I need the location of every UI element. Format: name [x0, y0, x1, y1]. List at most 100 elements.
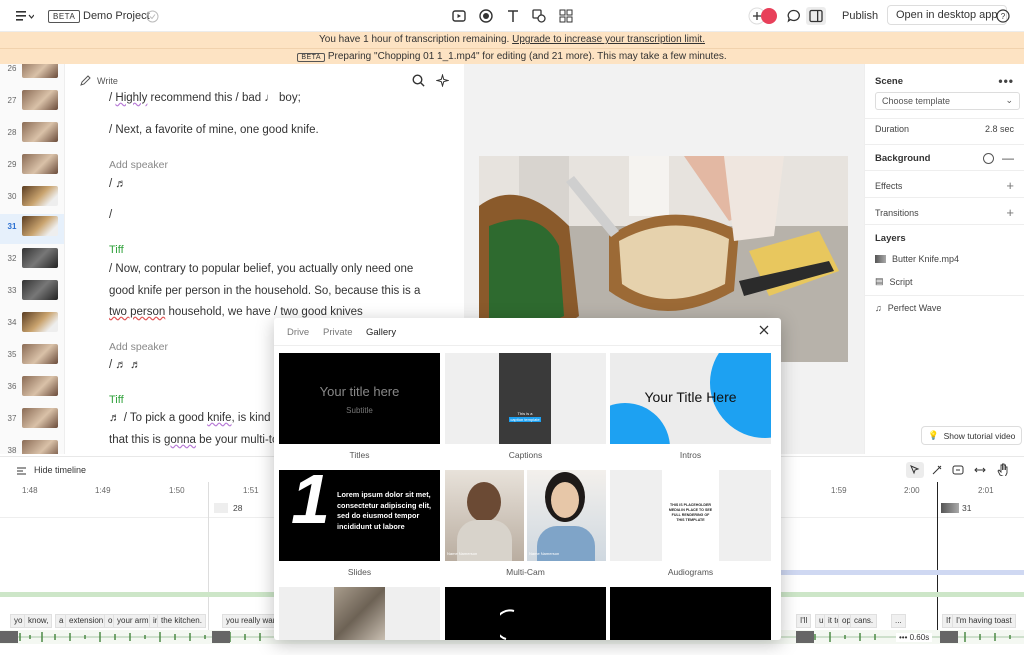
- template-card-slides[interactable]: 1 Lorem ipsum dolor sit met, consectetur…: [279, 470, 440, 561]
- gap-tool-icon[interactable]: [952, 464, 964, 476]
- layer-item[interactable]: Butter Knife.mp4: [875, 254, 1014, 264]
- sparkle-icon[interactable]: [436, 74, 449, 87]
- ruler-tick: 2:00: [904, 486, 920, 495]
- toggle-sidebar-icon[interactable]: [806, 7, 826, 25]
- stretch-tool-icon[interactable]: [974, 464, 986, 476]
- zoom-readout[interactable]: ••• 0.60s: [896, 633, 933, 642]
- hide-timeline-button[interactable]: Hide timeline: [16, 465, 86, 475]
- template-card[interactable]: [610, 587, 771, 640]
- transcript-line[interactable]: that this is gonna be your multi-to: [109, 434, 278, 446]
- help-icon[interactable]: ?: [995, 7, 1011, 25]
- word-chip[interactable]: your arm: [113, 614, 153, 628]
- scene-clip-label[interactable]: 28: [233, 503, 242, 513]
- scene-thumb[interactable]: 35: [0, 342, 64, 372]
- scene-thumb[interactable]: 33: [0, 278, 64, 308]
- add-effect-icon[interactable]: +: [1006, 178, 1014, 193]
- scene-thumb[interactable]: 28: [0, 120, 64, 150]
- speaker-label[interactable]: Tiff: [109, 244, 124, 256]
- show-tutorial-label: Show tutorial video: [943, 430, 1016, 441]
- word-chip[interactable]: know,: [24, 614, 53, 628]
- tab-gallery[interactable]: Gallery: [366, 327, 396, 338]
- scene-thumb[interactable]: 36: [0, 374, 64, 404]
- transcript-line[interactable]: / ♬ ♬: [109, 359, 142, 371]
- shapes-icon[interactable]: [531, 7, 547, 25]
- word-chip[interactable]: extension: [65, 614, 108, 628]
- grid-layout-icon[interactable]: [558, 7, 574, 25]
- add-speaker-button[interactable]: Add speaker: [109, 341, 168, 353]
- template-card[interactable]: [279, 587, 440, 640]
- layer-item[interactable]: ♫ Perfect Wave: [875, 303, 1014, 313]
- tab-private[interactable]: Private: [323, 327, 353, 338]
- text-run-flagged: knife: [207, 412, 232, 424]
- background-row[interactable]: Background —: [875, 151, 1014, 165]
- add-transition-icon[interactable]: +: [1006, 205, 1014, 220]
- transcript-line[interactable]: /: [109, 209, 112, 221]
- open-desktop-button[interactable]: Open in desktop app: [887, 5, 1007, 25]
- camera-name-tag: Name Namerson: [529, 551, 560, 556]
- template-card[interactable]: [445, 587, 606, 640]
- add-collaborator-button[interactable]: [748, 7, 778, 25]
- transcript-line[interactable]: ♬ / To pick a good knife, is kind: [109, 412, 271, 424]
- overlay-track[interactable]: [781, 570, 1024, 575]
- loading-spinner-icon: [500, 609, 515, 640]
- speaker-label[interactable]: Tiff: [109, 394, 124, 406]
- transcript-line[interactable]: / Highly recommend this / bad ♩ boy;: [109, 92, 301, 104]
- word-chip[interactable]: ...: [891, 614, 906, 628]
- template-card-titles[interactable]: Your title here Subtitle: [279, 353, 440, 444]
- project-name[interactable]: Demo Project: [83, 7, 150, 25]
- chevron-down-icon: ⌄: [1005, 95, 1013, 105]
- comments-icon[interactable]: [786, 7, 802, 25]
- select-tool-icon[interactable]: [906, 462, 924, 478]
- template-card-audiograms[interactable]: THIS IS PLACEHOLDER MEDIA IN PLACE TO SE…: [610, 470, 771, 561]
- transcript-line[interactable]: / Now, contrary to popular belief, you a…: [109, 263, 413, 275]
- scene-thumb[interactable]: 37: [0, 406, 64, 436]
- template-card-captions[interactable]: This is a caption template: [445, 353, 606, 444]
- scene-thumb[interactable]: 38: [0, 438, 64, 454]
- word-chip[interactable]: I'll: [796, 614, 812, 628]
- upgrade-link[interactable]: Upgrade to increase your transcription l…: [512, 34, 705, 45]
- scene-thumb-image: [22, 344, 58, 364]
- word-chip[interactable]: the kitchen.: [157, 614, 206, 628]
- text-tool-icon[interactable]: [505, 7, 521, 25]
- effects-row[interactable]: Effects +: [875, 178, 1014, 193]
- scene-thumb[interactable]: 34: [0, 310, 64, 340]
- transitions-row[interactable]: Transitions +: [875, 205, 1014, 220]
- razor-tool-icon[interactable]: [931, 464, 943, 476]
- scene-thumb[interactable]: 26: [0, 64, 64, 86]
- scene-thumb[interactable]: 29: [0, 152, 64, 182]
- layer-item[interactable]: ▤ Script: [875, 276, 1014, 287]
- transcript-line[interactable]: good knife per person in the household. …: [109, 285, 420, 297]
- menu-icon[interactable]: [14, 7, 36, 25]
- record-media-icon[interactable]: [451, 7, 467, 25]
- word-chip[interactable]: you really wan: [222, 614, 282, 628]
- background-color-swatch[interactable]: [983, 152, 994, 164]
- text-run: recommend this / bad ♩ boy;: [147, 92, 301, 104]
- word-chip[interactable]: cans.: [850, 614, 878, 628]
- scene-thumb[interactable]: 30: [0, 184, 64, 214]
- add-speaker-button[interactable]: Add speaker: [109, 159, 168, 171]
- hand-tool-icon[interactable]: [996, 463, 1009, 476]
- publish-button[interactable]: Publish: [842, 7, 878, 25]
- scene-thumb-active[interactable]: 31: [0, 214, 64, 244]
- word-chip[interactable]: I'm having toast: [952, 614, 1016, 628]
- transcript-line[interactable]: two person household, we have / two good…: [109, 306, 363, 318]
- choose-template-select[interactable]: Choose template ⌄: [875, 92, 1020, 110]
- transcript-line[interactable]: / ♬: [109, 178, 127, 190]
- scene-thumb[interactable]: 27: [0, 88, 64, 118]
- template-card-multicam[interactable]: Name Namerson Name Namerson: [445, 470, 606, 561]
- tab-drive[interactable]: Drive: [287, 327, 309, 338]
- search-icon[interactable]: [412, 74, 425, 87]
- duration-value[interactable]: 2.8 sec: [985, 124, 1014, 134]
- minus-icon[interactable]: —: [1002, 151, 1014, 165]
- write-mode-button[interactable]: Write: [80, 75, 118, 86]
- more-options-icon[interactable]: •••: [998, 74, 1014, 88]
- duration-row[interactable]: Duration 2.8 sec: [875, 124, 1014, 134]
- template-card-intros[interactable]: Your Title Here: [610, 353, 771, 444]
- scene-thumb[interactable]: 32: [0, 246, 64, 276]
- close-icon[interactable]: [758, 324, 770, 336]
- record-icon[interactable]: [478, 7, 494, 25]
- show-tutorial-button[interactable]: 💡 Show tutorial video: [921, 426, 1023, 445]
- scene-clip-label[interactable]: 31: [962, 503, 971, 513]
- playhead[interactable]: [937, 482, 938, 639]
- transcript-line[interactable]: / Next, a favorite of mine, one good kni…: [109, 124, 319, 136]
